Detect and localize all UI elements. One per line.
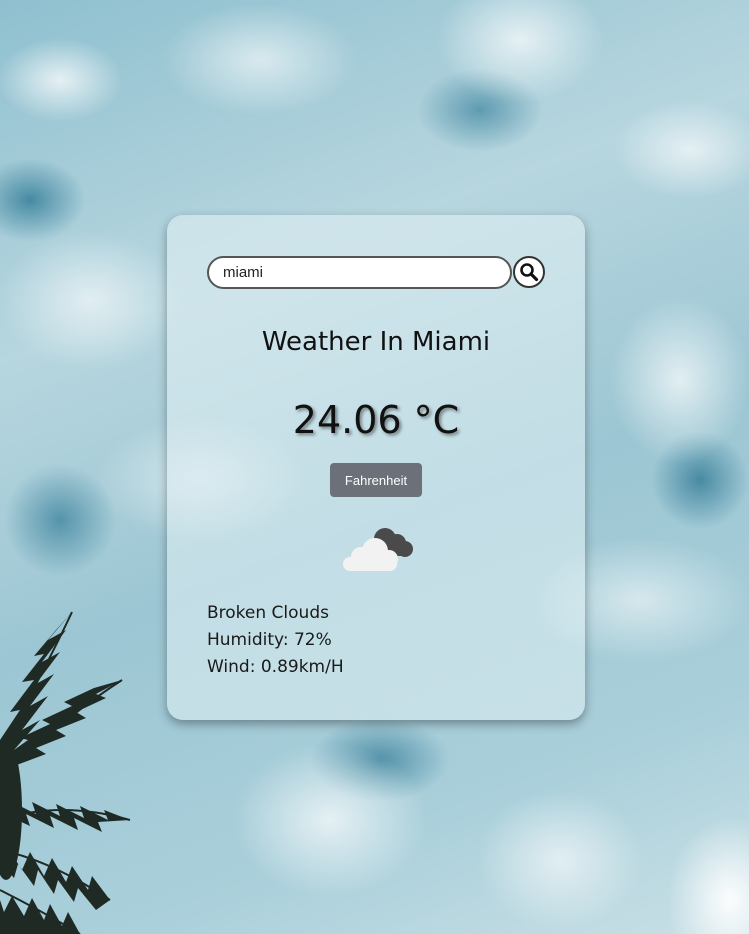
search-input[interactable] (207, 256, 512, 289)
weather-details: Broken Clouds Humidity: 72% Wind: 0.89km… (207, 600, 344, 681)
fahrenheit-toggle-button[interactable]: Fahrenheit (330, 463, 422, 497)
humidity-value: Humidity: 72% (207, 630, 332, 650)
search-icon (520, 263, 539, 282)
temperature-value: 24.06 °C (292, 398, 460, 442)
page-background: Weather In Miami 24.06 °C Fahrenheit Bro… (0, 0, 749, 934)
palm-tree-image (0, 611, 131, 934)
wind-value: Wind: 0.89km/H (207, 657, 344, 677)
city-title: Weather In Miami (261, 327, 491, 357)
search-button[interactable] (513, 256, 545, 288)
broken-clouds-icon (343, 528, 413, 571)
weather-card: Weather In Miami 24.06 °C Fahrenheit Bro… (167, 215, 585, 720)
weather-description: Broken Clouds (207, 603, 329, 623)
search-bar (207, 256, 547, 290)
